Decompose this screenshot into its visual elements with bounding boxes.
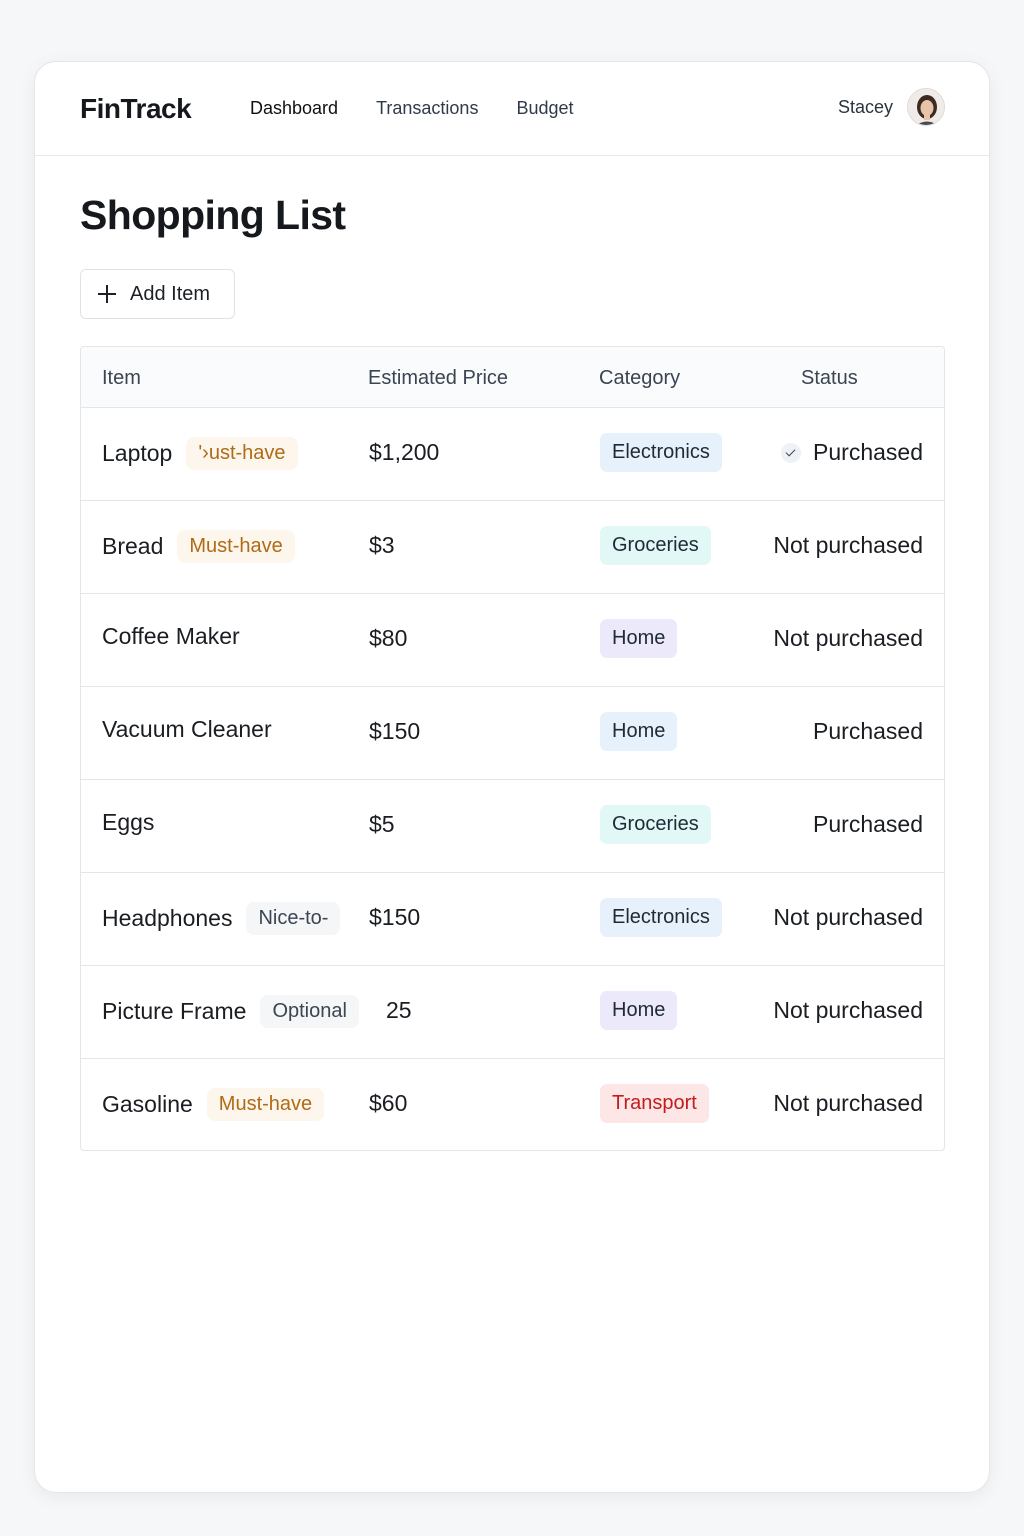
price-cell: $5: [369, 811, 395, 837]
price-cell: $3: [369, 532, 395, 558]
add-item-label: Add Item: [130, 282, 211, 305]
page-title: Shopping List: [80, 192, 346, 238]
item-cell: Gasoline Must-have: [102, 1088, 325, 1121]
status-cell[interactable]: Not purchased: [773, 904, 923, 931]
status-label: Purchased: [813, 439, 923, 465]
item-name: Eggs: [102, 809, 155, 835]
status-label: Purchased: [813, 811, 923, 837]
status-label: Purchased: [813, 718, 923, 744]
status-cell[interactable]: Not purchased: [773, 532, 923, 559]
priority-badge: Must-have: [206, 1088, 325, 1121]
status-cell[interactable]: Not purchased: [773, 625, 923, 652]
column-header-category[interactable]: Category: [599, 367, 680, 390]
category-badge: Home: [600, 991, 678, 1030]
table-row[interactable]: Picture Frame Optional 25 Home Not purchased: [81, 966, 944, 1059]
item-name: Vacuum Cleaner: [102, 716, 272, 742]
main-nav: Dashboard Transactions Budget: [250, 98, 574, 119]
user-menu[interactable]: Stacey: [838, 88, 945, 126]
table-row[interactable]: Coffee Maker $80 Home Not purchased: [81, 594, 944, 687]
table-row[interactable]: Laptop '›ust-have $1,200 Electronics Purchas…: [81, 408, 944, 501]
item-name: Headphones: [102, 905, 233, 931]
status-label: Not purchased: [773, 904, 923, 930]
priority-badge: '›ust-have: [186, 437, 298, 470]
item-cell: Eggs: [102, 809, 154, 836]
price-cell: 25: [386, 997, 412, 1023]
item-name: Laptop: [102, 440, 173, 466]
shopping-list-table: Item Estimated Price Category Status Lap…: [80, 346, 945, 1151]
price-cell: $150: [369, 904, 421, 930]
price-cell: $80: [369, 625, 408, 651]
status-label: Not purchased: [773, 997, 923, 1023]
nav-dashboard[interactable]: Dashboard: [250, 98, 338, 119]
item-cell: Coffee Maker: [102, 623, 240, 650]
category-badge: Electronics: [600, 898, 722, 937]
nav-budget[interactable]: Budget: [516, 98, 573, 119]
table-row[interactable]: Eggs $5 Groceries Purchased: [81, 780, 944, 873]
check-icon: [781, 442, 802, 463]
category-badge: Groceries: [600, 805, 711, 844]
column-header-item[interactable]: Item: [102, 367, 141, 390]
category-badge: Groceries: [600, 526, 711, 565]
status-label: Not purchased: [773, 532, 923, 558]
plus-icon: [98, 285, 116, 303]
status-label: Not purchased: [773, 625, 923, 651]
status-label: Not purchased: [773, 1090, 923, 1116]
column-header-price[interactable]: Estimated Price: [368, 367, 508, 390]
category-badge: Home: [600, 619, 678, 658]
item-name: Gasoline: [102, 1091, 193, 1117]
item-name: Coffee Maker: [102, 623, 240, 649]
table-row[interactable]: Bread Must-have $3 Groceries Not purchased: [81, 501, 944, 594]
status-cell[interactable]: Purchased: [781, 439, 923, 466]
item-cell: Laptop '›ust-have: [102, 437, 298, 470]
item-cell: Vacuum Cleaner: [102, 716, 272, 743]
category-badge: Transport: [600, 1084, 709, 1123]
app-window: FinTrack Dashboard Transactions Budget S…: [34, 61, 990, 1493]
priority-badge: Nice-to-: [246, 902, 341, 935]
price-cell: $150: [369, 718, 421, 744]
user-name: Stacey: [837, 96, 893, 117]
category-badge: Home: [600, 712, 678, 751]
item-name: Bread: [102, 533, 164, 559]
price-cell: $1,200: [369, 439, 440, 465]
category-badge: Electronics: [600, 433, 722, 472]
brand-logo[interactable]: FinTrack: [80, 93, 192, 125]
item-cell: Headphones Nice-to-: [102, 902, 341, 935]
table-header: Item Estimated Price Category Status: [81, 347, 944, 408]
status-cell[interactable]: Not purchased: [773, 997, 923, 1024]
price-cell: $60: [369, 1090, 408, 1116]
add-item-button[interactable]: Add Item: [80, 269, 235, 319]
table-body: Laptop '›ust-have $1,200 Electronics Purchas…: [81, 408, 944, 1150]
item-cell: Bread Must-have: [102, 530, 295, 563]
avatar-image: [908, 89, 944, 125]
table-row[interactable]: Gasoline Must-have $60 Transport Not purchas…: [81, 1059, 944, 1150]
avatar[interactable]: [907, 88, 945, 126]
column-header-status[interactable]: Status: [801, 367, 858, 390]
item-cell: Picture Frame Optional: [102, 995, 359, 1028]
item-name: Picture Frame: [102, 998, 247, 1024]
status-cell[interactable]: Purchased: [813, 811, 923, 838]
status-cell[interactable]: Purchased: [813, 718, 923, 745]
priority-badge: Must-have: [177, 530, 295, 563]
priority-badge: Optional: [260, 995, 359, 1028]
table-row[interactable]: Headphones Nice-to- $150 Electronics Not pur…: [81, 873, 944, 966]
top-navigation-bar: FinTrack Dashboard Transactions Budget S…: [35, 62, 989, 156]
nav-transactions[interactable]: Transactions: [376, 98, 478, 119]
status-cell[interactable]: Not purchased: [773, 1090, 923, 1117]
table-row[interactable]: Vacuum Cleaner $150 Home Purchased: [81, 687, 944, 780]
